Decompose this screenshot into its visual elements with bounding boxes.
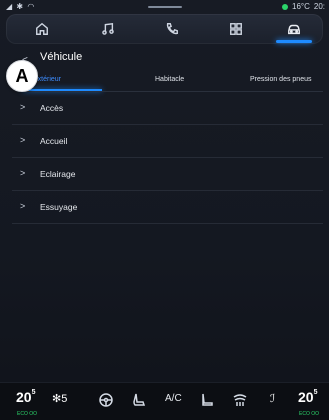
- air-distribution-button[interactable]: ℐ: [270, 392, 275, 405]
- climate-bar: 205 ECO OO ✻ 5 A/C ℐ 205 ECO OO: [0, 382, 329, 420]
- list-item-eclairage[interactable]: > Eclairage: [12, 158, 323, 191]
- car-icon: [288, 24, 300, 35]
- status-right: 16°C 20:: [282, 2, 325, 11]
- air-distribution-icon: ℐ: [270, 393, 276, 405]
- right-temperature: 20: [298, 389, 314, 405]
- seat-icon: [202, 393, 213, 406]
- list-item-acces[interactable]: > Accès: [12, 92, 323, 125]
- seat-heat-icon: [133, 393, 146, 406]
- screen: ◢ ✱ ◠ 16°C 20: < Véhicule E: [0, 0, 329, 420]
- ac-label: A/C: [165, 393, 182, 404]
- home-icon: [36, 22, 48, 35]
- passenger-seat-heat-button[interactable]: [199, 392, 215, 408]
- status-dot-icon: [282, 3, 288, 10]
- settings-list: > Accès > Accueil > Eclairage > Essuyage: [12, 92, 323, 224]
- wifi-icon: ◠: [27, 2, 36, 11]
- callout-marker: A: [6, 60, 38, 92]
- chevron-right-icon: >: [20, 201, 26, 211]
- defrost-icon: [233, 394, 247, 406]
- driver-seat-heat-button[interactable]: [131, 392, 147, 408]
- front-defrost-button[interactable]: [232, 392, 248, 408]
- nav-apps-button[interactable]: [210, 14, 262, 44]
- steering-wheel-heat-button[interactable]: [98, 392, 114, 408]
- chevron-right-icon: >: [20, 168, 26, 178]
- nav-music-button[interactable]: [82, 14, 134, 44]
- fan-speed-value: 5: [61, 392, 68, 405]
- list-item-essuyage[interactable]: > Essuyage: [12, 191, 323, 224]
- chevron-right-icon: >: [20, 102, 26, 112]
- right-temperature-decimal: 5: [313, 389, 318, 396]
- callout-label: A: [15, 65, 29, 86]
- phone-icon: [166, 23, 178, 35]
- fan-speed-control[interactable]: ✻ 5: [52, 392, 68, 406]
- bluetooth-icon: ✱: [16, 2, 25, 11]
- list-item-accueil[interactable]: > Accueil: [12, 125, 323, 158]
- ac-button[interactable]: A/C: [165, 393, 182, 404]
- status-left-icons: ◢ ✱ ◠: [6, 2, 35, 11]
- outside-temperature: 16°C: [292, 2, 310, 11]
- page-title: Véhicule: [40, 51, 83, 63]
- steering-wheel-icon: [99, 393, 113, 407]
- list-item-label: Essuyage: [40, 202, 78, 212]
- clock: 20:: [313, 2, 325, 11]
- left-temperature-control[interactable]: 205: [16, 389, 35, 405]
- list-item-label: Eclairage: [40, 169, 76, 179]
- nav-home-button[interactable]: [16, 14, 68, 44]
- right-temperature-control[interactable]: 205: [298, 389, 317, 405]
- tab-bar: Extérieur Habitacle Pression des pneus: [0, 71, 329, 91]
- left-temperature-decimal: 5: [31, 389, 36, 396]
- left-eco-label: ECO OO: [17, 411, 38, 417]
- nav-phone-button[interactable]: [146, 14, 198, 44]
- tab-habitacle[interactable]: Habitacle: [155, 76, 184, 83]
- top-navigation: [6, 14, 323, 44]
- list-item-label: Accueil: [40, 136, 68, 146]
- chevron-right-icon: >: [20, 135, 26, 145]
- drag-handle[interactable]: [148, 6, 182, 8]
- left-temperature: 20: [16, 389, 32, 405]
- status-bar: ◢ ✱ ◠ 16°C 20:: [0, 0, 329, 14]
- list-item-label: Accès: [40, 103, 64, 113]
- right-eco-label: ECO OO: [299, 411, 320, 417]
- fan-icon: ✻: [52, 393, 62, 405]
- tab-pression-des-pneus[interactable]: Pression des pneus: [250, 76, 311, 83]
- apps-icon: [230, 23, 242, 35]
- music-icon: [102, 22, 114, 35]
- nav-active-indicator: [276, 40, 312, 43]
- signal-icon: ◢: [6, 2, 14, 11]
